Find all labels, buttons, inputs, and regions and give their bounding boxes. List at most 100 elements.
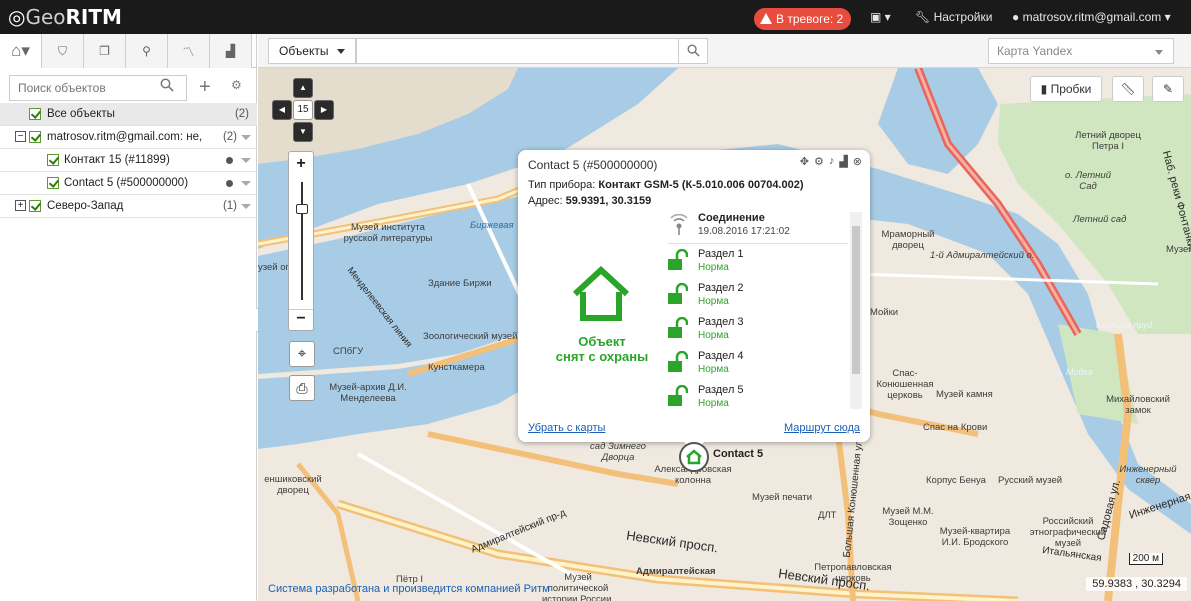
tree-item-count: (2) — [234, 108, 249, 120]
map-label: о. Летний Сад — [1065, 170, 1111, 192]
map-layer-dropdown[interactable]: Карта Yandex — [988, 38, 1174, 64]
tab-windows[interactable]: ❐ — [84, 34, 126, 68]
chevron-down-icon[interactable] — [241, 181, 251, 186]
tab-shield[interactable]: ⛉ — [42, 34, 84, 68]
map-search-button[interactable] — [678, 38, 708, 64]
tree-item-group[interactable]: + Северо-Запад (1) — [0, 195, 257, 218]
pan-up-button[interactable]: ▲ — [293, 78, 313, 98]
unlocked-icon — [668, 283, 688, 304]
object-popup: Contact 5 (#500000000) ✥ ⚙ ♪ ▟ ⊗ Тип при… — [518, 150, 870, 452]
tab-home[interactable]: ⌂▾ — [0, 34, 42, 68]
checkbox[interactable] — [29, 131, 41, 143]
zoom-handle[interactable] — [296, 204, 308, 214]
scale-bar: 200 м — [1128, 553, 1163, 565]
map-label: Музей-квартира И.И. Бродского — [939, 526, 1011, 548]
tab-reports[interactable]: ▟ — [210, 34, 252, 68]
remove-from-map-link[interactable]: Убрать с карты — [528, 422, 605, 434]
tab-tracks[interactable]: 〽 — [168, 34, 210, 68]
zoom-in-button[interactable]: + — [289, 155, 313, 173]
alarm-button[interactable]: В тревоге: 2 — [754, 8, 852, 30]
user-menu-button[interactable]: ● matrosov.ritm@gmail.com ▾ — [1012, 10, 1171, 24]
developer-credit-link[interactable]: Система разработана и произведится компа… — [268, 583, 550, 595]
map-label: Русский музей — [998, 475, 1063, 486]
state-line-1: Объект — [578, 334, 626, 349]
unlocked-icon — [668, 351, 688, 372]
map[interactable]: Музей института русской литературы Бирже… — [258, 34, 1191, 601]
unlocked-icon — [668, 249, 688, 270]
address-value: 59.9391, 30.3159 — [565, 195, 652, 207]
collapse-toggle[interactable]: − — [15, 131, 26, 142]
chevron-down-icon[interactable] — [241, 158, 251, 163]
divider — [668, 243, 848, 244]
tree-item-object[interactable]: Contact 5 (#500000000) — [0, 172, 257, 195]
tree-item-label: Все объекты — [47, 108, 115, 120]
user-label: matrosov.ritm@gmail.com — [1022, 10, 1162, 24]
popup-title: Contact 5 (#500000000) — [528, 158, 658, 172]
map-label: Летний сад — [1073, 214, 1127, 225]
section-row[interactable]: Раздел 1 Норма — [698, 248, 744, 273]
section-status: Норма — [698, 296, 729, 307]
draw-button[interactable]: ✎ — [1152, 76, 1184, 102]
home-icon: ⌂▾ — [11, 41, 30, 60]
brush-icon: ✎ — [1162, 82, 1174, 96]
track-icon: 〽 — [182, 44, 195, 59]
status-dot — [226, 157, 233, 164]
tree-item-object[interactable]: Контакт 15 (#11899) — [0, 149, 257, 172]
move-icon[interactable]: ✥ — [800, 155, 809, 168]
logo-geo-text: Geo — [25, 5, 66, 29]
route-here-link[interactable]: Маршрут сюда — [784, 422, 860, 434]
expand-toggle[interactable]: + — [15, 200, 26, 211]
settings-button[interactable]: 🔧︎ Настройки — [915, 10, 992, 24]
scrollbar-thumb[interactable] — [852, 226, 860, 374]
tree-item-account[interactable]: − matrosov.ritm@gmail.com: не, (2) — [0, 126, 257, 149]
ruler-button[interactable]: 📏︎ — [1112, 76, 1144, 102]
section-row[interactable]: Раздел 2 Норма — [698, 282, 744, 307]
add-icon[interactable]: + — [199, 77, 211, 97]
section-row[interactable]: Раздел 3 Норма — [698, 316, 744, 341]
printer-icon: ⎙ — [296, 380, 308, 396]
section-status: Норма — [698, 330, 729, 341]
chevron-down-icon[interactable] — [241, 135, 251, 140]
device-type-value: Контакт GSM-5 (К-5.010.006 00704.002) — [598, 179, 804, 191]
checkbox[interactable] — [29, 200, 41, 212]
unlocked-icon — [668, 317, 688, 338]
state-line-2: снят с охраны — [555, 349, 649, 364]
zoom-out-button[interactable]: − — [289, 309, 313, 328]
pan-left-button[interactable]: ◀ — [272, 100, 292, 120]
zoom-slider[interactable]: + − — [288, 151, 314, 331]
sections-list[interactable]: Соединение 19.08.2016 17:21:02 Раздел 1 Н… — [668, 212, 862, 409]
locate-button[interactable]: ⌖ — [289, 341, 315, 367]
map-label: Летний дворец Петра I — [1075, 130, 1141, 152]
tab-location[interactable]: ⚲ — [126, 34, 168, 68]
tree-item-label: Contact 5 (#500000000) — [64, 177, 189, 189]
popup-actions: ✥ ⚙ ♪ ▟ ⊗ — [800, 155, 862, 168]
scrollbar[interactable] — [850, 212, 862, 409]
object-marker[interactable] — [679, 442, 709, 472]
checkbox[interactable] — [29, 108, 41, 120]
map-label: Спас на Крови — [923, 422, 988, 433]
map-search-input[interactable] — [356, 38, 679, 64]
tree-item-all[interactable]: Все объекты (2) — [0, 103, 257, 126]
warning-icon — [760, 13, 772, 24]
section-row[interactable]: Раздел 5 Норма — [698, 384, 744, 409]
bell-icon[interactable]: ♪ — [829, 155, 835, 168]
wrench-icon: 🔧︎ — [915, 10, 931, 24]
chart-icon[interactable]: ▟ — [839, 155, 847, 168]
close-icon[interactable]: ⊗ — [853, 155, 862, 168]
search-icon — [687, 44, 700, 57]
objects-dropdown[interactable]: Объекты — [268, 38, 356, 64]
search-icon[interactable] — [160, 78, 180, 98]
section-row[interactable]: Раздел 4 Норма — [698, 350, 744, 375]
gear-icon[interactable]: ⚙ — [231, 78, 242, 92]
checkbox[interactable] — [47, 154, 59, 166]
pan-down-button[interactable]: ▼ — [293, 122, 313, 142]
traffic-button[interactable]: ▮ Пробки — [1030, 76, 1102, 102]
print-button[interactable]: ⎙ — [289, 375, 315, 401]
address-label: Адрес: — [528, 195, 563, 207]
checkbox[interactable] — [47, 177, 59, 189]
alarm-label: В тревоге: 2 — [776, 12, 844, 26]
windows-menu-button[interactable]: ▣ ▾ — [870, 10, 891, 24]
chevron-down-icon[interactable] — [241, 204, 251, 209]
pan-right-button[interactable]: ▶ — [314, 100, 334, 120]
gear-icon[interactable]: ⚙ — [814, 155, 824, 168]
